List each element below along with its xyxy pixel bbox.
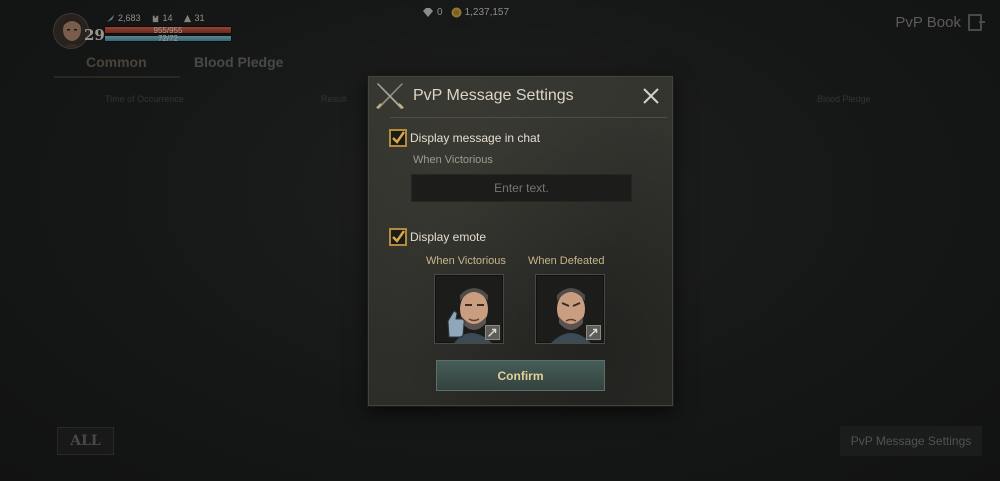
emote-victorious-label: When Victorious: [426, 255, 506, 267]
close-icon[interactable]: [641, 86, 661, 106]
display-chat-checkbox[interactable]: [389, 129, 407, 147]
when-victorious-label: When Victorious: [413, 154, 493, 166]
confirm-button[interactable]: Confirm: [436, 360, 605, 391]
victory-emote-slot[interactable]: [434, 274, 504, 344]
checkmark-icon: [392, 230, 405, 243]
pvp-message-settings-dialog: PvP Message Settings Display message in …: [367, 75, 674, 407]
header-divider: [390, 117, 667, 118]
dialog-header: PvP Message Settings: [368, 76, 673, 118]
dialog-title: PvP Message Settings: [413, 87, 574, 104]
edit-emote-icon[interactable]: [485, 325, 500, 340]
emote-defeated-label: When Defeated: [528, 255, 605, 267]
checkmark-icon: [392, 131, 405, 144]
crossed-swords-icon: [376, 83, 404, 109]
defeat-emote-slot[interactable]: [535, 274, 605, 344]
victory-message-input[interactable]: [411, 174, 632, 202]
display-emote-option[interactable]: Display emote: [389, 228, 486, 246]
display-emote-checkbox[interactable]: [389, 228, 407, 246]
display-emote-label: Display emote: [410, 230, 487, 244]
display-chat-option[interactable]: Display message in chat: [389, 129, 540, 147]
display-chat-label: Display message in chat: [410, 131, 541, 145]
edit-emote-icon[interactable]: [586, 325, 601, 340]
